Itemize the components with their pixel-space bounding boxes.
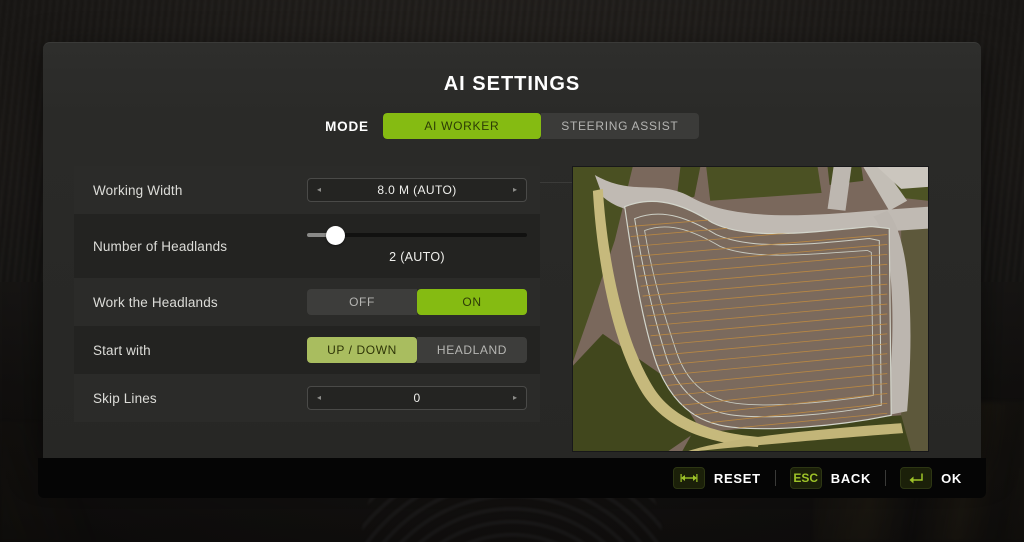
page-title: AI SETTINGS: [43, 43, 981, 96]
footer-separator: [775, 470, 776, 486]
hint-back[interactable]: ESC BACK: [790, 467, 871, 489]
setting-row-skip-lines: Skip Lines ◂ 0 ▸: [74, 374, 540, 422]
settings-list: Working Width ◂ 8.0 M (AUTO) ▸ Number of…: [74, 166, 540, 452]
hint-ok[interactable]: OK: [900, 467, 962, 489]
horizontal-double-arrow-key-icon[interactable]: [673, 467, 705, 489]
start-with-headland-button[interactable]: HEADLAND: [417, 337, 527, 363]
work-the-headlands-toggle: OFF ON: [307, 289, 527, 315]
work-headlands-off-button[interactable]: OFF: [307, 289, 417, 315]
mode-tabs: AI WORKER STEERING ASSIST: [383, 113, 699, 139]
hint-label-back: BACK: [831, 471, 871, 486]
enter-key-icon[interactable]: [900, 467, 932, 489]
skip-lines-value: 0: [330, 391, 504, 405]
footer-bar: RESET ESC BACK OK: [38, 458, 986, 498]
working-width-value: 8.0 M (AUTO): [330, 183, 504, 197]
hint-label-reset: RESET: [714, 471, 761, 486]
chevron-left-icon[interactable]: ◂: [308, 394, 330, 402]
setting-row-number-of-headlands: Number of Headlands 2 (AUTO): [74, 214, 540, 278]
hint-label-ok: OK: [941, 471, 962, 486]
chevron-right-icon[interactable]: ▸: [504, 394, 526, 402]
setting-row-start-with: Start with UP / DOWN HEADLAND: [74, 326, 540, 374]
chevron-right-icon[interactable]: ▸: [504, 186, 526, 194]
mode-label: MODE: [325, 119, 369, 134]
setting-label-number-of-headlands: Number of Headlands: [93, 239, 307, 254]
esc-key-icon[interactable]: ESC: [790, 467, 822, 489]
footer-separator: [885, 470, 886, 486]
field-preview-map: [572, 166, 929, 452]
setting-label-work-the-headlands: Work the Headlands: [93, 295, 307, 310]
setting-label-working-width: Working Width: [93, 183, 307, 198]
tab-ai-worker[interactable]: AI WORKER: [383, 113, 541, 139]
work-headlands-on-button[interactable]: ON: [417, 289, 527, 315]
setting-row-work-the-headlands: Work the Headlands OFF ON: [74, 278, 540, 326]
number-of-headlands-slider[interactable]: 2 (AUTO): [307, 224, 527, 268]
ai-settings-dialog: AI SETTINGS MODE AI WORKER STEERING ASSI…: [43, 42, 981, 458]
hint-reset[interactable]: RESET: [673, 467, 761, 489]
setting-row-working-width: Working Width ◂ 8.0 M (AUTO) ▸: [74, 166, 540, 214]
working-width-stepper[interactable]: ◂ 8.0 M (AUTO) ▸: [307, 178, 527, 202]
start-with-up-down-button[interactable]: UP / DOWN: [307, 337, 417, 363]
number-of-headlands-value: 2 (AUTO): [307, 250, 527, 264]
start-with-toggle: UP / DOWN HEADLAND: [307, 337, 527, 363]
setting-label-skip-lines: Skip Lines: [93, 391, 307, 406]
field-preview-svg: [573, 167, 928, 451]
skip-lines-stepper[interactable]: ◂ 0 ▸: [307, 386, 527, 410]
mode-selector: MODE AI WORKER STEERING ASSIST: [43, 113, 981, 139]
dialog-content: Working Width ◂ 8.0 M (AUTO) ▸ Number of…: [43, 166, 981, 452]
setting-label-start-with: Start with: [93, 343, 307, 358]
chevron-left-icon[interactable]: ◂: [308, 186, 330, 194]
slider-knob[interactable]: [326, 226, 345, 245]
tab-steering-assist[interactable]: STEERING ASSIST: [541, 113, 699, 139]
